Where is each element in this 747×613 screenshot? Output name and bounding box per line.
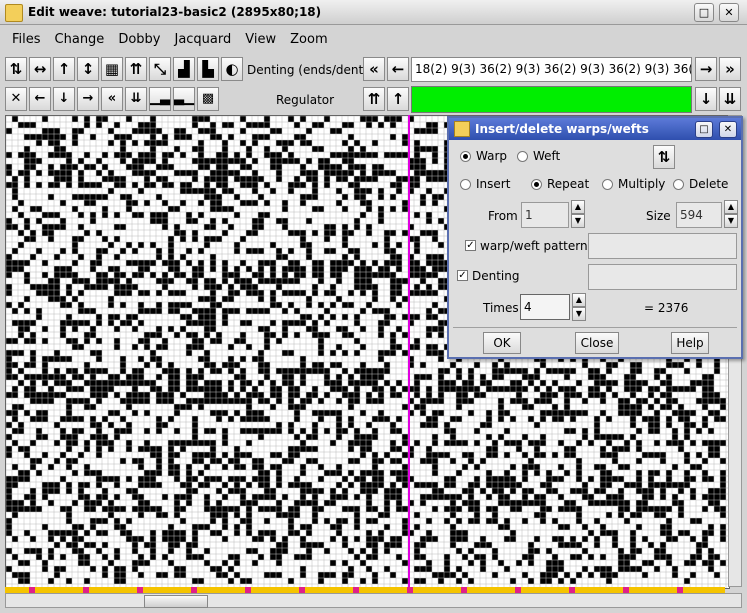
invert-icon[interactable]: ▦ bbox=[101, 57, 123, 81]
arrow-up-icon[interactable]: ↑ bbox=[387, 87, 409, 111]
denting-input[interactable] bbox=[588, 264, 737, 290]
stairs-up-icon[interactable]: ▟ bbox=[173, 57, 195, 81]
repeat-marker-line bbox=[408, 115, 410, 588]
radio-insert-label: Insert bbox=[476, 177, 511, 191]
swap-icon[interactable]: ⇅ bbox=[5, 57, 27, 81]
denting-option-label: Denting bbox=[472, 269, 520, 283]
radio-weft-label: Weft bbox=[533, 149, 561, 163]
dialog-logo-icon bbox=[454, 121, 470, 137]
double-up-icon[interactable]: ⇈ bbox=[363, 87, 385, 111]
denting-label: Denting (ends/dent) bbox=[247, 63, 368, 77]
times-label: Times bbox=[483, 301, 519, 315]
from-label: From bbox=[488, 209, 518, 223]
double-up-icon[interactable]: ⇈ bbox=[125, 57, 147, 81]
pattern-checkbox[interactable]: ✓ bbox=[465, 240, 476, 251]
ok-button[interactable]: OK bbox=[483, 332, 521, 354]
pattern-input[interactable] bbox=[588, 233, 737, 259]
arrow-up-icon[interactable]: ↑ bbox=[53, 57, 75, 81]
window-titlebar: Edit weave: tutorial23-basic2 (2895x80;1… bbox=[0, 0, 747, 25]
app-logo-icon bbox=[5, 4, 23, 22]
dialog-titlebar: Insert/delete warps/wefts □ ✕ bbox=[449, 118, 741, 140]
radio-repeat[interactable] bbox=[531, 179, 542, 190]
bars-up-icon[interactable]: ▁▃ bbox=[149, 87, 171, 111]
double-left-icon[interactable]: « bbox=[363, 57, 385, 81]
bars-down-icon[interactable]: ▃▁ bbox=[173, 87, 195, 111]
radio-delete[interactable] bbox=[673, 179, 684, 190]
menu-change[interactable]: Change bbox=[48, 29, 112, 50]
double-down-icon[interactable]: ⇊ bbox=[719, 87, 741, 111]
menu-view[interactable]: View bbox=[238, 29, 283, 50]
flip-horizontal-icon[interactable]: ↔ bbox=[29, 57, 51, 81]
double-left-icon[interactable]: « bbox=[101, 87, 123, 111]
denting-sequence-field[interactable]: 18(2) 9(3) 36(2) 9(3) 36(2) 9(3) 36(2) 9… bbox=[411, 57, 692, 82]
size-input[interactable]: 594 bbox=[676, 202, 722, 228]
arrow-down-icon[interactable]: ↓ bbox=[53, 87, 75, 111]
maximize-button[interactable]: □ bbox=[694, 3, 714, 22]
size-label: Size bbox=[646, 209, 671, 223]
double-down-icon[interactable]: ⇊ bbox=[125, 87, 147, 111]
horizontal-scrollbar[interactable] bbox=[5, 593, 742, 608]
size-stepper[interactable]: ▲ ▼ bbox=[724, 200, 738, 230]
dialog-separator bbox=[453, 327, 737, 328]
from-stepper[interactable]: ▲ ▼ bbox=[571, 200, 585, 230]
dialog-title: Insert/delete warps/wefts bbox=[475, 122, 649, 136]
times-stepper[interactable]: ▲ ▼ bbox=[572, 293, 586, 323]
radio-warp[interactable] bbox=[460, 151, 471, 162]
radio-delete-label: Delete bbox=[689, 177, 729, 191]
half-fill-icon[interactable]: ◐ bbox=[221, 57, 243, 81]
arrow-left-icon[interactable]: ← bbox=[387, 57, 409, 81]
close-window-button[interactable]: ✕ bbox=[719, 3, 739, 22]
menu-zoom[interactable]: Zoom bbox=[283, 29, 334, 50]
pattern-label: warp/weft pattern bbox=[480, 239, 588, 253]
scrollbar-thumb[interactable] bbox=[144, 595, 208, 608]
double-right-icon[interactable]: » bbox=[719, 57, 741, 81]
menubar: Files Change Dobby Jacquard View Zoom bbox=[5, 29, 742, 53]
radio-multiply[interactable] bbox=[602, 179, 613, 190]
dialog-close-button[interactable]: ✕ bbox=[719, 121, 737, 138]
radio-weft[interactable] bbox=[517, 151, 528, 162]
cross-icon[interactable]: ⤡ bbox=[149, 57, 171, 81]
arrow-right-icon[interactable]: → bbox=[695, 57, 717, 81]
menu-dobby[interactable]: Dobby bbox=[111, 29, 167, 50]
arrow-right-icon[interactable]: → bbox=[77, 87, 99, 111]
stairs-down-icon[interactable]: ▙ bbox=[197, 57, 219, 81]
flip-vertical-icon[interactable]: ↕ bbox=[77, 57, 99, 81]
from-input[interactable]: 1 bbox=[521, 202, 569, 228]
window-title: Edit weave: tutorial23-basic2 (2895x80;1… bbox=[28, 5, 322, 19]
regulator-bar[interactable] bbox=[411, 86, 692, 113]
menu-jacquard[interactable]: Jacquard bbox=[167, 29, 238, 50]
dialog-maximize-button[interactable]: □ bbox=[695, 121, 713, 138]
times-input[interactable]: 4 bbox=[520, 294, 570, 320]
radio-warp-label: Warp bbox=[476, 149, 508, 163]
checker-icon[interactable]: ▩ bbox=[197, 87, 219, 111]
result-text: = 2376 bbox=[644, 301, 689, 315]
help-button[interactable]: Help bbox=[671, 332, 709, 354]
swap-icon[interactable]: ⇅ bbox=[653, 145, 675, 169]
regulator-label: Regulator bbox=[276, 93, 335, 107]
radio-repeat-label: Repeat bbox=[547, 177, 590, 191]
denting-checkbox[interactable]: ✓ bbox=[457, 270, 468, 281]
insert-delete-dialog: Insert/delete warps/wefts □ ✕ Warp Weft … bbox=[447, 116, 743, 359]
close-button[interactable]: Close bbox=[575, 332, 619, 354]
arrow-down-icon[interactable]: ↓ bbox=[695, 87, 717, 111]
menu-files[interactable]: Files bbox=[5, 29, 48, 50]
radio-insert[interactable] bbox=[460, 179, 471, 190]
arrow-left-icon[interactable]: ← bbox=[29, 87, 51, 111]
radio-multiply-label: Multiply bbox=[618, 177, 666, 191]
close-icon[interactable]: ✕ bbox=[5, 87, 27, 111]
